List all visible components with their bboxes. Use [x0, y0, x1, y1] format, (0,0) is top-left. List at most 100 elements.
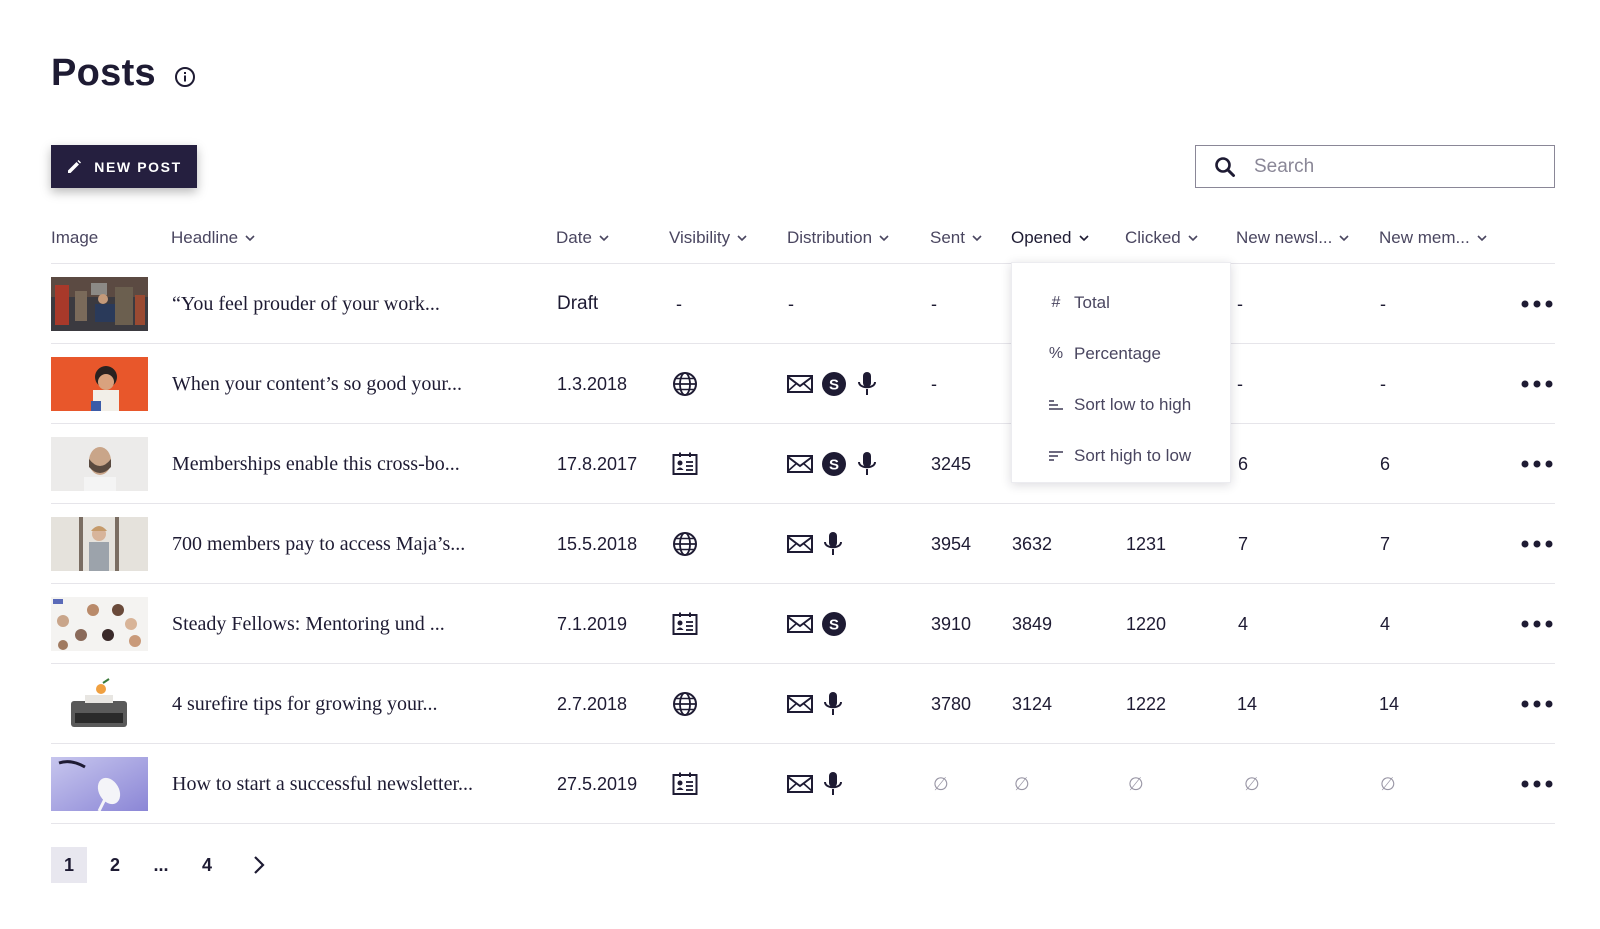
visibility-value	[672, 504, 698, 584]
column-header-opened[interactable]: Opened	[1011, 228, 1090, 248]
column-header-distribution[interactable]: Distribution	[787, 228, 890, 248]
pencil-icon	[68, 159, 82, 173]
menu-item-label: Percentage	[1074, 343, 1161, 363]
post-date: Draft	[557, 293, 599, 314]
column-header-visibility[interactable]: Visibility	[669, 228, 748, 248]
distribution-value	[787, 504, 845, 584]
distribution-value: S	[787, 344, 879, 424]
visibility-value	[672, 344, 698, 424]
table-header: Image Headline Date Visibility Distribut…	[51, 222, 1555, 264]
steady-icon: S	[822, 372, 846, 396]
post-headline[interactable]: Steady Fellows: Mentoring und ...	[172, 584, 445, 664]
opened-value: 3632	[1012, 533, 1053, 554]
column-header-sent[interactable]: Sent	[930, 228, 983, 248]
hash-icon: #	[1051, 293, 1061, 311]
clicked-value: ∅	[1128, 773, 1144, 794]
post-headline[interactable]: 700 members pay to access Maja’s...	[172, 504, 465, 584]
post-headline[interactable]: How to start a successful newsletter...	[172, 744, 473, 824]
table-row[interactable]: 4 surefire tips for growing your... 2.7.…	[51, 664, 1555, 744]
post-thumbnail[interactable]	[51, 264, 148, 344]
table-row[interactable]: “You feel prouder of your work... Draft …	[51, 264, 1555, 344]
sent-value: -	[931, 373, 937, 394]
percent-icon: %	[1048, 344, 1064, 362]
chevron-down-icon	[1188, 235, 1198, 242]
page-button-4[interactable]: 4	[189, 847, 225, 883]
opened-value: ∅	[1014, 773, 1030, 794]
post-thumbnail[interactable]	[51, 504, 148, 584]
more-horizontal-icon	[1521, 300, 1553, 308]
new-newsletter-value: -	[1237, 373, 1243, 394]
post-thumbnail[interactable]	[51, 744, 148, 824]
new-newsletter-value: 4	[1238, 613, 1249, 634]
menu-item-total[interactable]: # Total	[1012, 277, 1230, 328]
more-actions-button[interactable]	[1521, 344, 1553, 424]
column-header-date[interactable]: Date	[556, 228, 610, 248]
more-actions-button[interactable]	[1521, 264, 1553, 344]
column-header-new-newsletter[interactable]: New newsl...	[1236, 228, 1350, 248]
more-horizontal-icon	[1521, 700, 1553, 708]
opened-value: 3124	[1012, 693, 1053, 714]
post-headline[interactable]: When your content’s so good your...	[172, 344, 462, 424]
clicked-value: 1222	[1126, 693, 1167, 714]
mail-icon	[787, 615, 813, 633]
more-actions-button[interactable]	[1521, 664, 1553, 744]
chevron-down-icon	[599, 235, 609, 242]
more-horizontal-icon	[1521, 780, 1553, 788]
visibility-value	[672, 424, 698, 504]
thumbnail-image	[51, 437, 148, 491]
post-thumbnail[interactable]	[51, 424, 148, 504]
chevron-down-icon	[1477, 235, 1487, 242]
sent-value: ∅	[933, 773, 949, 794]
more-actions-button[interactable]	[1521, 584, 1553, 664]
post-date: 15.5.2018	[557, 533, 638, 554]
column-header-clicked[interactable]: Clicked	[1125, 228, 1199, 248]
post-thumbnail[interactable]	[51, 344, 148, 424]
page-button-2[interactable]: 2	[97, 847, 133, 883]
thumbnail-image	[51, 597, 148, 651]
more-actions-button[interactable]	[1521, 744, 1553, 824]
menu-item-sort-low-to-high[interactable]: Sort low to high	[1012, 379, 1230, 430]
search-input[interactable]	[1254, 155, 1544, 178]
next-page-button[interactable]	[241, 847, 277, 883]
search-box[interactable]	[1195, 145, 1555, 188]
chevron-down-icon	[972, 235, 982, 242]
table-row[interactable]: When your content’s so good your... 1.3.…	[51, 344, 1555, 424]
posts-table: Image Headline Date Visibility Distribut…	[51, 222, 1555, 824]
member-card-icon	[672, 772, 698, 795]
table-row[interactable]: 700 members pay to access Maja’s... 15.5…	[51, 504, 1555, 584]
menu-item-percentage[interactable]: % Percentage	[1012, 328, 1230, 379]
new-post-button[interactable]: NEW POST	[51, 145, 197, 188]
table-row[interactable]: Steady Fellows: Mentoring und ... 7.1.20…	[51, 584, 1555, 664]
page-title-area: Posts	[51, 52, 196, 95]
column-header-new-members[interactable]: New mem...	[1379, 228, 1488, 248]
distribution-value: S	[787, 424, 879, 504]
menu-item-sort-high-to-low[interactable]: Sort high to low	[1012, 430, 1230, 481]
post-headline[interactable]: 4 surefire tips for growing your...	[172, 664, 438, 744]
search-icon	[1215, 156, 1235, 177]
mail-icon	[787, 535, 813, 553]
more-actions-button[interactable]	[1521, 504, 1553, 584]
post-headline[interactable]: “You feel prouder of your work...	[172, 264, 440, 344]
table-row[interactable]: How to start a successful newsletter... …	[51, 744, 1555, 824]
distribution-value: -	[788, 293, 794, 314]
post-thumbnail[interactable]	[51, 584, 148, 664]
svg-text:S: S	[829, 377, 839, 394]
mail-icon	[787, 455, 813, 473]
info-icon[interactable]	[174, 66, 196, 88]
mail-icon	[787, 775, 813, 793]
distribution-value	[787, 664, 845, 744]
sort-ascending-icon	[1048, 398, 1064, 412]
page-button-1[interactable]: 1	[51, 847, 87, 883]
table-row[interactable]: Memberships enable this cross-bo... 17.8…	[51, 424, 1555, 504]
chevron-down-icon	[1078, 235, 1089, 242]
sort-descending-icon	[1048, 449, 1064, 463]
column-header-headline[interactable]: Headline	[171, 228, 256, 248]
new-post-label: NEW POST	[94, 158, 182, 175]
post-headline[interactable]: Memberships enable this cross-bo...	[172, 424, 460, 504]
globe-icon	[673, 692, 697, 716]
new-newsletter-value: 14	[1237, 693, 1258, 714]
more-actions-button[interactable]	[1521, 424, 1553, 504]
new-members-value: 14	[1379, 693, 1400, 714]
more-horizontal-icon	[1521, 540, 1553, 548]
post-thumbnail[interactable]	[51, 664, 148, 744]
